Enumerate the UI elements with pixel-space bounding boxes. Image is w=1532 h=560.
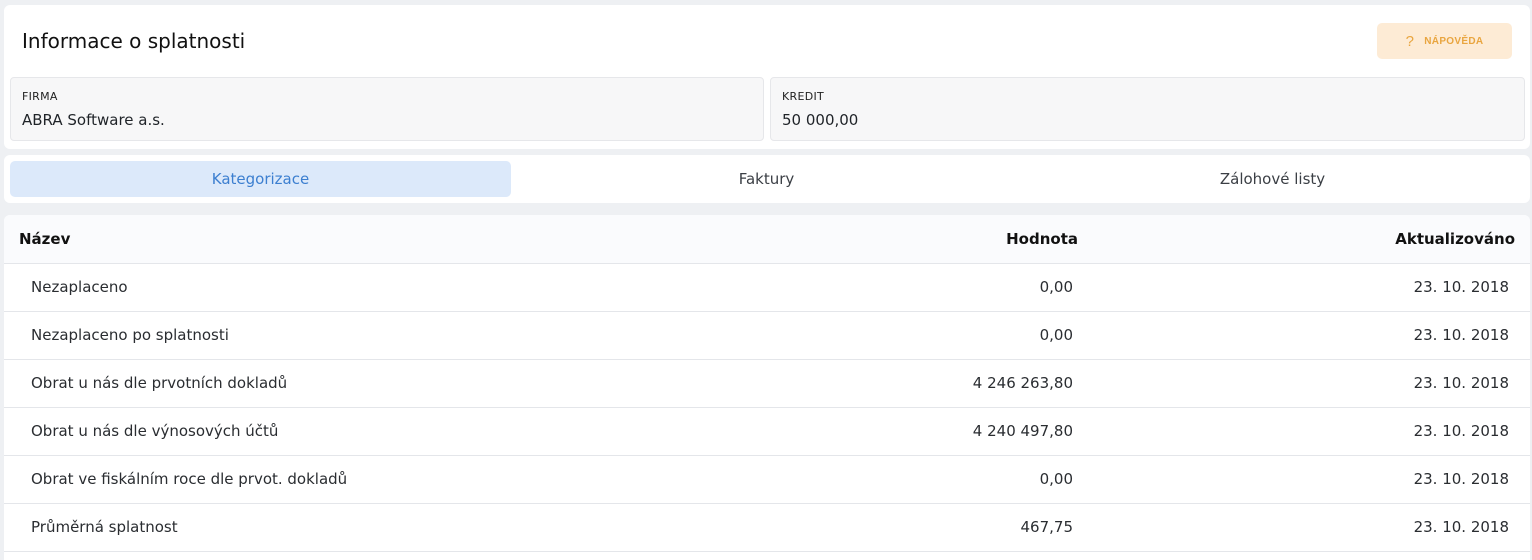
cell-aktualizovano: 23. 10. 2018 <box>1078 503 1530 552</box>
cell-hodnota: 0,00 <box>704 263 1078 312</box>
help-button[interactable]: ? NÁPOVĚDA <box>1377 23 1512 59</box>
table-row[interactable]: Obrat u nás dle výnosových účtů 4 240 49… <box>4 407 1530 456</box>
table-row[interactable]: Nezaplaceno 0,00 23. 10. 2018 <box>4 263 1530 312</box>
cell-hodnota: 4 246 263,80 <box>704 359 1078 408</box>
cell-nazev: Průměrná splatnost <box>4 503 704 552</box>
cell-nazev: Nezaplaceno <box>4 263 704 312</box>
column-header-hodnota[interactable]: Hodnota <box>704 215 1078 264</box>
cell-nazev: Obrat u nás dle prvotních dokladů <box>4 359 704 408</box>
firma-label: FIRMA <box>22 90 58 103</box>
kredit-value: 50 000,00 <box>782 111 859 129</box>
table-row[interactable]: Obrat u nás dle prvotních dokladů 4 246 … <box>4 359 1530 408</box>
column-header-nazev[interactable]: Název <box>4 215 704 264</box>
table-row[interactable]: Nezaplaceno po splatnosti 0,00 23. 10. 2… <box>4 311 1530 360</box>
cell-nazev: Obrat ve fiskálním roce dle prvot. dokla… <box>4 455 704 504</box>
tab-kategorizace[interactable]: Kategorizace <box>10 161 511 197</box>
cell-aktualizovano: 23. 10. 2018 <box>1078 359 1530 408</box>
tab-faktury[interactable]: Faktury <box>516 161 1017 197</box>
kredit-label: KREDIT <box>782 90 825 103</box>
cell-nazev: Obrat u nás dle výnosových účtů <box>4 407 704 456</box>
question-icon: ? <box>1405 32 1415 50</box>
header-panel: Informace o splatnosti ? NÁPOVĚDA FIRMA … <box>4 5 1530 149</box>
tab-zalohove-listy[interactable]: Zálohové listy <box>1022 161 1523 197</box>
categorization-table: Název Hodnota Aktualizováno Nezaplaceno … <box>4 215 1530 560</box>
table-row[interactable]: Průměrná splatnost 467,75 23. 10. 2018 <box>4 503 1530 552</box>
help-button-label: NÁPOVĚDA <box>1424 35 1484 47</box>
cell-nazev: Nezaplaceno po splatnosti <box>4 311 704 360</box>
firma-value: ABRA Software a.s. <box>22 111 165 129</box>
column-header-aktualizovano[interactable]: Aktualizováno <box>1078 215 1530 264</box>
cell-aktualizovano: 23. 10. 2018 <box>1078 407 1530 456</box>
kredit-card: KREDIT 50 000,00 <box>770 77 1525 141</box>
cell-hodnota: 467,75 <box>704 503 1078 552</box>
table-header-row: Název Hodnota Aktualizováno <box>4 215 1530 264</box>
table-row[interactable]: Obrat ve fiskálním roce dle prvot. dokla… <box>4 455 1530 504</box>
firma-card: FIRMA ABRA Software a.s. <box>10 77 764 141</box>
cell-aktualizovano: 23. 10. 2018 <box>1078 455 1530 504</box>
tab-bar: Kategorizace Faktury Zálohové listy <box>4 155 1530 203</box>
cell-hodnota: 0,00 <box>704 311 1078 360</box>
cell-hodnota: 0,00 <box>704 455 1078 504</box>
cell-aktualizovano: 23. 10. 2018 <box>1078 263 1530 312</box>
cell-hodnota: 4 240 497,80 <box>704 407 1078 456</box>
page-title: Informace o splatnosti <box>22 29 246 53</box>
cell-aktualizovano: 23. 10. 2018 <box>1078 311 1530 360</box>
